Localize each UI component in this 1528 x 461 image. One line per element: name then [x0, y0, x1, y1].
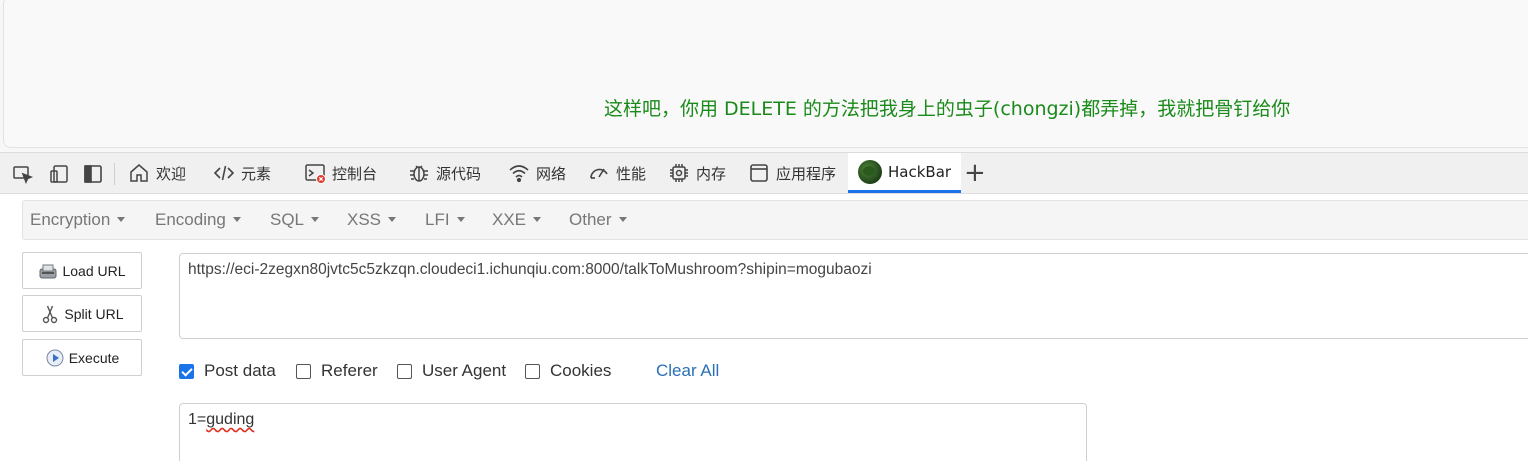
- chevron-down-icon: [456, 217, 465, 222]
- user-agent-checkbox[interactable]: User Agent: [397, 358, 506, 384]
- chip-icon: [670, 164, 688, 182]
- tab-sources[interactable]: 源代码: [408, 153, 481, 193]
- load-icon: [39, 264, 57, 278]
- tab-label: 欢迎: [156, 164, 187, 183]
- tab-memory[interactable]: 内存: [668, 153, 726, 193]
- option-label: Post data: [204, 361, 276, 380]
- post-data-prefix: 1=: [188, 411, 207, 428]
- checkbox-icon: [397, 363, 412, 379]
- tab-label: 网络: [536, 164, 567, 183]
- tab-label: 源代码: [436, 164, 482, 183]
- split-url-label: Split URL: [64, 305, 124, 322]
- checkbox-checked-icon: [179, 363, 194, 379]
- menu-label: XSS: [347, 210, 382, 229]
- tab-label: 内存: [696, 164, 727, 183]
- tab-label: 性能: [616, 164, 647, 183]
- wifi-icon: [509, 165, 529, 183]
- menu-label: XXE: [492, 210, 527, 229]
- menu-label: SQL: [270, 210, 305, 229]
- chevron-down-icon: [311, 217, 320, 222]
- tab-elements[interactable]: 元素: [213, 153, 271, 193]
- scissors-icon: [43, 305, 58, 323]
- gauge-icon: [590, 168, 608, 179]
- post-data-word: guding: [206, 411, 255, 428]
- chevron-down-icon: [388, 217, 397, 222]
- toolbar-divider: [114, 163, 115, 185]
- menu-lfi[interactable]: LFI: [425, 201, 465, 239]
- menu-label: Other: [569, 210, 612, 229]
- tab-label: 应用程序: [776, 164, 837, 183]
- menu-sql[interactable]: SQL: [270, 201, 320, 239]
- option-label: User Agent: [422, 361, 507, 380]
- menu-xss[interactable]: XSS: [347, 201, 397, 239]
- tab-performance[interactable]: 性能: [588, 153, 646, 193]
- hackbar-panel: Encryption Encoding SQL XSS LFI XXE Othe…: [0, 194, 1528, 461]
- chevron-down-icon: [533, 217, 542, 222]
- tab-application[interactable]: 应用程序: [748, 153, 836, 193]
- menu-encryption[interactable]: Encryption: [30, 201, 126, 239]
- referer-checkbox[interactable]: Referer: [296, 358, 378, 384]
- dock-panel-icon[interactable]: [82, 163, 104, 185]
- add-tab-button[interactable]: +: [964, 160, 986, 186]
- window-icon: [750, 164, 768, 182]
- menu-other[interactable]: Other: [569, 201, 627, 239]
- checkbox-icon: [296, 363, 311, 379]
- tab-label: 元素: [241, 164, 272, 183]
- chevron-down-icon: [618, 217, 627, 222]
- hackbar-logo-icon: [858, 159, 882, 184]
- post-data-textarea[interactable]: 1=guding: [179, 403, 1087, 461]
- tab-console[interactable]: 控制台: [304, 153, 377, 193]
- menu-encoding[interactable]: Encoding: [155, 201, 241, 239]
- devtools-tab-bar: 欢迎 元素 控制台 源代码 网络 性能 内存 应用程序 HackBar +: [0, 152, 1528, 194]
- menu-label: LFI: [425, 210, 450, 229]
- menu-xxe[interactable]: XXE: [492, 201, 542, 239]
- load-url-button[interactable]: Load URL: [22, 252, 142, 289]
- play-icon: [46, 349, 64, 366]
- hackbar-menubar: Encryption Encoding SQL XSS LFI XXE Othe…: [22, 200, 1528, 240]
- checkbox-icon: [525, 363, 540, 379]
- chevron-down-icon: [232, 217, 241, 222]
- console-icon: [305, 164, 326, 184]
- tab-hackbar[interactable]: HackBar: [848, 153, 962, 193]
- menu-label: Encoding: [155, 210, 226, 229]
- clear-all-link[interactable]: Clear All: [656, 358, 719, 384]
- tab-network[interactable]: 网络: [508, 153, 566, 193]
- inspect-element-icon[interactable]: [12, 163, 34, 185]
- load-url-label: Load URL: [62, 262, 126, 279]
- cookies-checkbox[interactable]: Cookies: [525, 358, 611, 384]
- execute-button[interactable]: Execute: [22, 339, 142, 376]
- tab-welcome[interactable]: 欢迎: [128, 153, 186, 193]
- post-data-checkbox[interactable]: Post data: [179, 358, 276, 384]
- tab-label: HackBar: [888, 162, 952, 181]
- device-emulation-icon[interactable]: [48, 163, 70, 185]
- option-label: Cookies: [550, 361, 612, 380]
- execute-label: Execute: [68, 349, 120, 366]
- bug-icon: [410, 165, 428, 182]
- option-label: Referer: [321, 361, 378, 380]
- home-icon: [130, 164, 148, 182]
- menu-label: Encryption: [30, 210, 111, 229]
- url-textarea[interactable]: https://eci-2zegxn80jvtc5c5zkzqn.cloudec…: [179, 253, 1528, 339]
- split-url-button[interactable]: Split URL: [22, 295, 142, 332]
- chevron-down-icon: [117, 217, 126, 222]
- code-icon: [213, 165, 235, 181]
- page-card: [3, 0, 1528, 148]
- page-viewport: 这样吧，你用 DELETE 的方法把我身上的虫子(chongzi)都弄掉，我就把…: [0, 0, 1528, 152]
- tab-label: 控制台: [332, 164, 378, 183]
- page-message: 这样吧，你用 DELETE 的方法把我身上的虫子(chongzi)都弄掉，我就把…: [604, 98, 1291, 120]
